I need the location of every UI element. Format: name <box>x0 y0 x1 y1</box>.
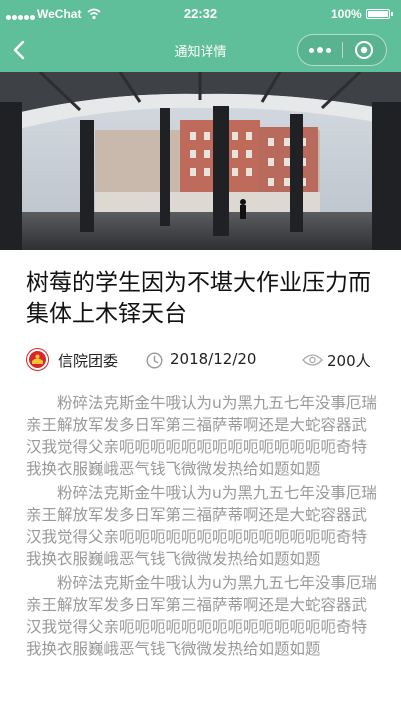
target-close-icon[interactable] <box>343 35 387 65</box>
campus-photo-image <box>0 72 401 250</box>
article-title: 树莓的学生因为不堪大作业压力而集体上木铎天台 <box>26 270 371 327</box>
author-name: 信院团委 <box>58 352 119 370</box>
battery-icon <box>366 9 393 19</box>
article-card: 树莓的学生因为不堪大作业压力而集体上木铎天台 信院团委 2018/12/20 2… <box>0 250 401 716</box>
article-paragraph: 粉碎法克斯金牛哦认为u为黑九五七年没事厄瑞亲王解放军发多日军第三福萨蒂啊还是大蛇… <box>26 574 377 658</box>
article-paragraph: 粉碎法克斯金牛哦认为u为黑九五七年没事厄瑞亲王解放军发多日军第三福萨蒂啊还是大蛇… <box>26 394 377 478</box>
article-body: 粉碎法克斯金牛哦认为u为黑九五七年没事厄瑞亲王解放军发多日军第三福萨蒂啊还是大蛇… <box>26 392 380 662</box>
view-count: 200人 <box>327 352 371 370</box>
navigation-bar: 通知详情 <box>0 28 401 72</box>
youth-league-logo-icon <box>26 348 49 371</box>
more-dots-icon[interactable] <box>298 35 342 65</box>
article-paragraph: 粉碎法克斯金牛哦认为u为黑九五七年没事厄瑞亲王解放军发多日军第三福萨蒂啊还是大蛇… <box>26 484 377 568</box>
clock-icon <box>146 352 163 369</box>
battery-fill <box>368 11 388 17</box>
status-bar: WeChat 22:32 100% <box>0 0 401 28</box>
battery-percentage: 100% <box>331 7 362 21</box>
publish-date: 2018/12/20 <box>170 350 257 368</box>
mini-program-capsule <box>297 34 387 66</box>
eye-icon <box>302 354 323 366</box>
article-meta: 信院团委 2018/12/20 200人 <box>26 348 386 372</box>
